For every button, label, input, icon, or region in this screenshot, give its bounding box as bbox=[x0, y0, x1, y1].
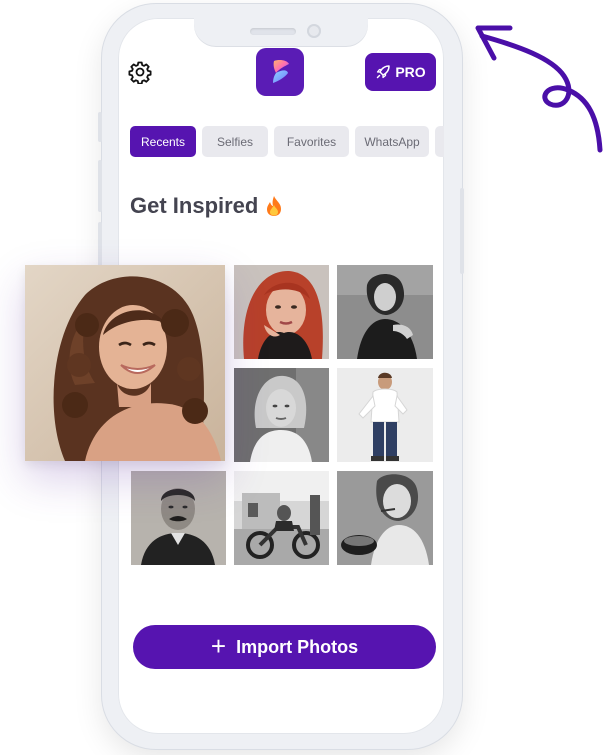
phone-notch bbox=[194, 18, 368, 46]
rocket-icon bbox=[377, 65, 391, 79]
logo-mark-icon bbox=[273, 60, 289, 83]
photo-motorcycle-vintage[interactable] bbox=[234, 471, 329, 565]
phone-volume-up bbox=[98, 160, 102, 212]
gear-icon[interactable] bbox=[128, 60, 152, 84]
photo-man-white-shirt[interactable] bbox=[337, 368, 433, 462]
photo-motorcycle-vintage-image bbox=[234, 471, 329, 565]
phone-power-button bbox=[460, 188, 464, 274]
photo-man-white-shirt-image bbox=[337, 368, 433, 462]
photo-child-eating[interactable] bbox=[337, 471, 433, 565]
photo-old-man-portrait[interactable] bbox=[131, 471, 226, 565]
curved-arrow-icon bbox=[475, 25, 603, 153]
plus-icon: + bbox=[210, 631, 227, 661]
pro-button[interactable]: PRO bbox=[365, 53, 436, 91]
tab-whatsapp[interactable]: WhatsApp bbox=[355, 126, 429, 157]
tab-label: Favorites bbox=[286, 134, 337, 149]
speaker-grille bbox=[250, 28, 296, 35]
section-title: Get Inspired bbox=[130, 193, 284, 219]
photo-woman-bw-image bbox=[337, 265, 433, 359]
featured-photo-image bbox=[25, 265, 225, 461]
front-camera bbox=[307, 24, 321, 38]
section-title-text: Get Inspired bbox=[130, 193, 259, 218]
tab-label: Recents bbox=[140, 134, 186, 149]
photo-old-man-portrait-image bbox=[131, 471, 226, 565]
phone-mute-switch bbox=[98, 112, 102, 142]
import-photos-button[interactable]: + Import Photos bbox=[133, 625, 436, 669]
photo-blonde-woman-bw[interactable] bbox=[234, 368, 329, 462]
photo-redhead-woman[interactable] bbox=[234, 265, 329, 359]
fire-icon bbox=[267, 196, 282, 216]
tab-recents[interactable]: Recents bbox=[130, 126, 196, 157]
photo-child-eating-image bbox=[337, 471, 433, 565]
tab-label: WhatsApp bbox=[364, 134, 420, 149]
tab-more[interactable] bbox=[435, 126, 444, 157]
tab-selfies[interactable]: Selfies bbox=[202, 126, 268, 157]
tab-label: Selfies bbox=[216, 134, 254, 149]
photo-redhead-woman-image bbox=[234, 265, 329, 359]
import-photos-label: Import Photos bbox=[236, 636, 359, 657]
app-logo bbox=[256, 48, 304, 96]
tab-favorites[interactable]: Favorites bbox=[274, 126, 349, 157]
photo-woman-bw[interactable] bbox=[337, 265, 433, 359]
pro-label: PRO bbox=[395, 64, 426, 80]
photo-blonde-woman-bw-image bbox=[234, 368, 329, 462]
featured-photo-smiling-woman[interactable] bbox=[25, 265, 225, 461]
category-tabs: Recents Selfies Favorites WhatsApp bbox=[130, 126, 444, 157]
